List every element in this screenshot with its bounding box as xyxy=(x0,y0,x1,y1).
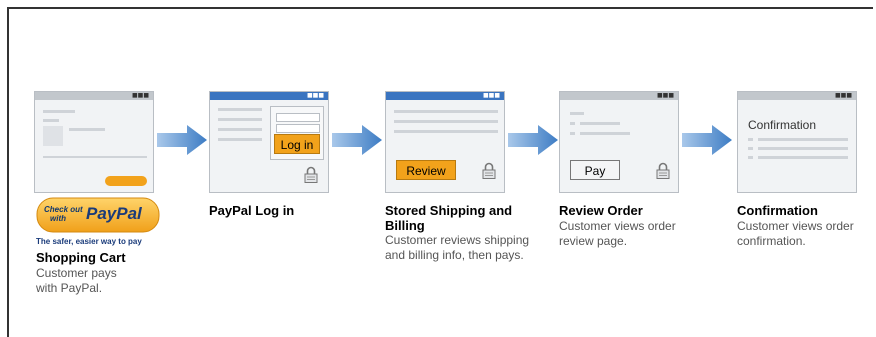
paypal-login-window: ■■■ Log in xyxy=(209,91,329,193)
step-title-shopping-cart: Shopping Cart xyxy=(36,250,126,265)
placeholder-line xyxy=(758,147,848,150)
product-image-placeholder xyxy=(43,126,63,146)
placeholder-line xyxy=(570,112,584,115)
confirmation-window: ■■■ Confirmation xyxy=(737,91,857,193)
placeholder-line xyxy=(394,110,498,113)
step-desc-shipping-billing: Customer reviews shipping and billing in… xyxy=(385,233,530,262)
step-desc-confirmation: Customer views order confirmation. xyxy=(737,219,854,248)
placeholder-line xyxy=(218,118,262,121)
placeholder-line xyxy=(69,128,105,131)
lock-icon xyxy=(482,162,496,179)
bullet-dot xyxy=(570,132,575,135)
shipping-billing-window: ■■■ Review xyxy=(385,91,505,193)
checkout-mini-button xyxy=(105,176,147,186)
placeholder-line xyxy=(394,120,498,123)
with-text: with xyxy=(50,214,66,223)
paypal-tagline: The safer, easier way to pay xyxy=(36,237,142,246)
divider-line xyxy=(43,156,147,158)
email-field[interactable] xyxy=(276,113,320,122)
window-controls-icon: ■■■ xyxy=(306,92,324,99)
review-order-window: ■■■ Pay xyxy=(559,91,679,193)
step-desc-review-order: Customer views order review page. xyxy=(559,219,676,248)
step-title-paypal-login: PayPal Log in xyxy=(209,203,295,218)
bullet-dot xyxy=(570,122,575,125)
paypal-checkout-label: Check out with xyxy=(44,205,83,223)
flow-arrow-icon xyxy=(157,125,207,155)
step-title-shipping-billing: Stored Shipping and Billing xyxy=(385,203,513,233)
bullet-dot xyxy=(748,147,753,150)
step-desc-shopping-cart: Customer pays with PayPal. xyxy=(36,266,117,295)
placeholder-line xyxy=(218,128,262,131)
flow-arrow-icon xyxy=(508,125,558,155)
bullet-dot xyxy=(748,156,753,159)
password-field[interactable] xyxy=(276,124,320,133)
step-title-review-order: Review Order xyxy=(559,203,643,218)
placeholder-line xyxy=(758,138,848,141)
flow-arrow-icon xyxy=(332,125,382,155)
step-title-confirmation: Confirmation xyxy=(737,203,818,218)
window-controls-icon: ■■■ xyxy=(131,92,149,99)
lock-icon xyxy=(656,162,670,179)
placeholder-line xyxy=(394,130,498,133)
checkout-text: Check out xyxy=(44,205,83,214)
window-controls-icon: ■■■ xyxy=(834,92,852,99)
pay-button[interactable]: Pay xyxy=(570,160,620,180)
placeholder-line xyxy=(580,122,620,125)
placeholder-line xyxy=(218,108,262,111)
placeholder-line xyxy=(43,110,75,113)
lock-icon xyxy=(304,166,318,183)
placeholder-line xyxy=(758,156,848,159)
window-controls-icon: ■■■ xyxy=(482,92,500,99)
shopping-cart-window: ■■■ xyxy=(34,91,154,193)
paypal-logo: PayPal xyxy=(86,204,142,223)
flow-arrow-icon xyxy=(682,125,732,155)
review-button[interactable]: Review xyxy=(396,160,456,180)
confirmation-heading: Confirmation xyxy=(748,118,817,132)
placeholder-line xyxy=(580,132,630,135)
bullet-dot xyxy=(748,138,753,141)
login-button[interactable]: Log in xyxy=(274,134,320,154)
window-controls-icon: ■■■ xyxy=(656,92,674,99)
placeholder-line xyxy=(43,119,59,122)
placeholder-line xyxy=(218,138,262,141)
